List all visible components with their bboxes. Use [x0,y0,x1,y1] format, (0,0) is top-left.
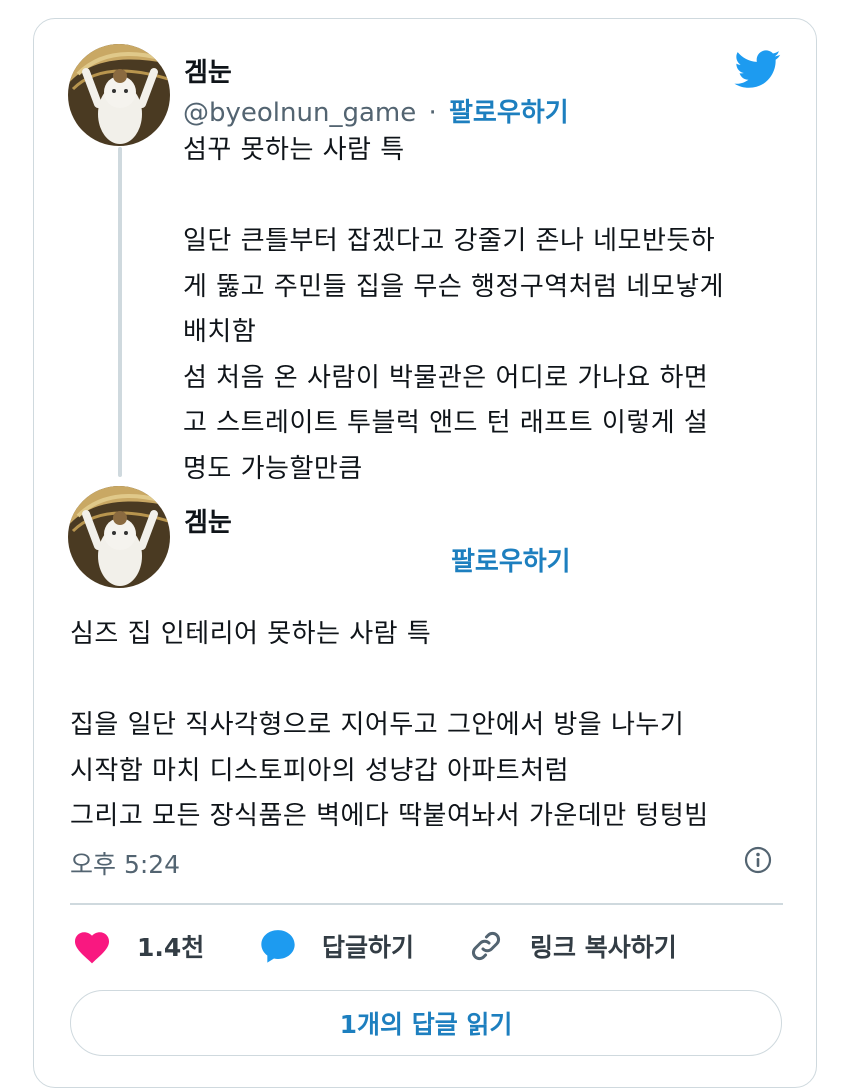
twitter-bird-icon[interactable] [732,46,784,92]
thread-line [118,147,122,477]
copy-link-button[interactable]: 링크 복사하기 [468,924,677,968]
author-handle-row: @byeolnun_game · 팔로우하기 [183,92,569,129]
info-icon[interactable] [744,846,772,874]
copy-link-label: 링크 복사하기 [530,933,677,962]
author-name[interactable]: 겜눈 [184,52,232,89]
reply-text: 심즈 집 인테리어 못하는 사람 특 집을 일단 직사각형으로 지어두고 그안에… [70,619,709,831]
reply-label: 답글하기 [322,933,415,962]
timestamp[interactable]: 오후 5:24 [70,845,180,881]
speech-bubble-icon [261,930,295,963]
avatar[interactable] [68,44,170,146]
heart-icon [74,932,110,964]
author-handle[interactable]: @byeolnun_game [183,98,416,128]
avatar[interactable] [68,486,170,588]
tweet-text: 섬꾸 못하는 사람 특 일단 큰틀부터 잡겠다고 강줄기 존나 네모반듯하 게 … [183,135,724,484]
read-replies-button[interactable]: 1개의 답글 읽기 [70,990,782,1056]
divider [70,903,783,905]
reply-author-name[interactable]: 겜눈 [184,502,232,539]
follow-button[interactable]: 팔로우하기 [449,98,569,128]
link-icon [472,932,500,960]
separator: · [428,98,437,128]
reply-button[interactable]: 답글하기 [258,924,414,968]
like-count: 1.4천 [137,933,205,962]
like-button[interactable]: 1.4천 [72,924,204,968]
reply-follow-button[interactable]: 팔로우하기 [451,541,571,578]
